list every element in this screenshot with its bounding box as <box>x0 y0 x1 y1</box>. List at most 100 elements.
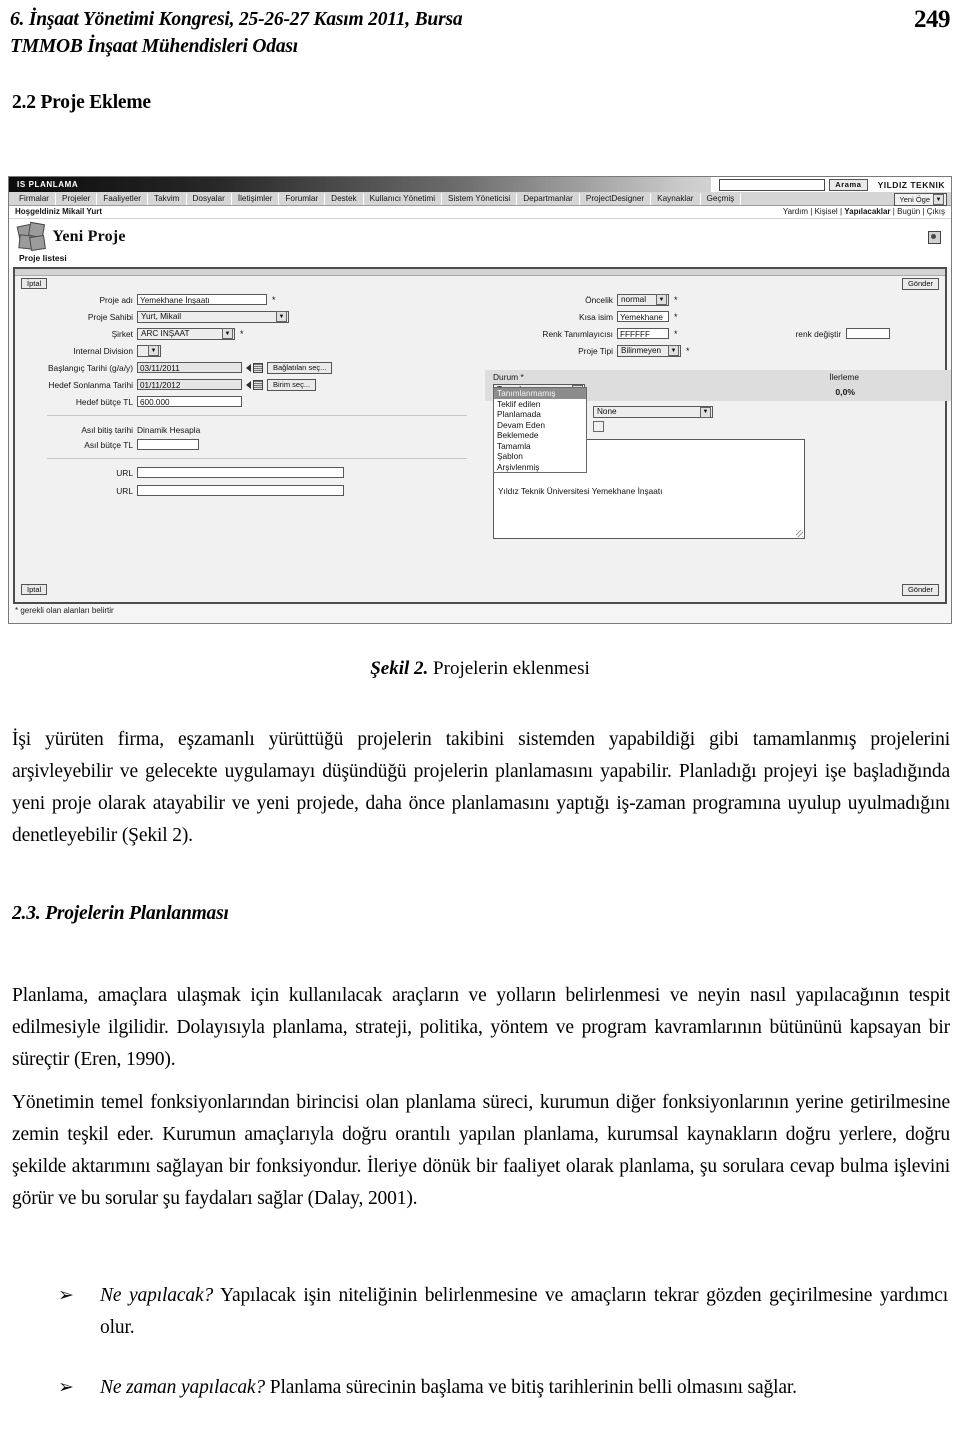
organization-name: YILDIZ TEKNIK <box>877 179 945 190</box>
link-bugun[interactable]: Bugün <box>897 207 920 216</box>
nav-item-faaliyetler[interactable]: Faaliyetler <box>97 192 149 205</box>
submit-button-top[interactable]: Gönder <box>901 278 939 290</box>
dropdown-option-tanimlanmamis[interactable]: Tanımlanmamış <box>494 388 586 399</box>
notes-value: Yıldız Teknik Üniversitesi Yemekhane İnş… <box>498 486 663 496</box>
nav-item-sistem-yoneticisi[interactable]: Sistem Yöneticisi <box>442 192 518 205</box>
dropdown-option-teklif-edilen[interactable]: Teklif edilen <box>494 399 586 410</box>
nav-item-departmanlar[interactable]: Departmanlar <box>517 192 580 205</box>
cancel-button-top[interactable]: İptal <box>21 278 48 289</box>
new-project-form: İptal Gönder Proje adı Yemekhane İnşaatı… <box>13 267 951 604</box>
prev-arrow-icon[interactable] <box>246 363 251 372</box>
select-proje-tipi[interactable]: Bilinmeyen ▼ <box>617 344 681 357</box>
nav-item-kullanici-yonetimi[interactable]: Kullanıcı Yönetimi <box>364 192 443 205</box>
select-sirket[interactable]: ARC INŞAAT ▼ <box>137 327 235 340</box>
value-dinamik-hesapla: Dinamik Hesapla <box>137 424 201 435</box>
dropdown-option-tamamla[interactable]: Tamamla <box>494 441 586 452</box>
prev-arrow-icon[interactable] <box>246 380 251 389</box>
link-cikis[interactable]: Çıkış <box>927 207 945 216</box>
widget-icon[interactable] <box>928 231 941 244</box>
nav-item-destek[interactable]: Destek <box>325 192 364 205</box>
dropdown-option-sablon[interactable]: Şablon <box>494 451 586 462</box>
input-hedef-sonlanma-tarihi[interactable]: 01/11/2012 <box>137 379 242 390</box>
cancel-button-bottom[interactable]: İptal <box>21 584 48 595</box>
select-oncelik-value: normal <box>621 294 647 304</box>
nav-item-firmalar[interactable]: Firmalar <box>13 192 57 205</box>
nav-item-projectdesigner[interactable]: ProjectDesigner <box>580 192 652 205</box>
field-row-internal-division: Internal Division ▼ <box>15 343 485 358</box>
nav-item-dosyalar[interactable]: Dosyalar <box>187 192 232 205</box>
select-proje-sahibi-value: Yurt, Mikail <box>141 311 182 321</box>
dropdown-option-arsivlenmis[interactable]: Arşivlenmiş <box>494 462 586 473</box>
dropdown-option-beklemede[interactable]: Beklemede <box>494 430 586 441</box>
main-navigation: Firmalar Projeler Faaliyetler Takvim Dos… <box>9 192 951 206</box>
color-swatch-input[interactable] <box>846 328 891 339</box>
label-sirket: Şirket <box>111 328 133 339</box>
link-yardim[interactable]: Yardım <box>783 207 808 216</box>
paragraph-3: Yönetimin temel fonksiyonlarından birinc… <box>12 1092 950 1209</box>
new-item-select-label: Yeni Öge <box>899 194 930 204</box>
option-checkbox[interactable] <box>593 420 604 432</box>
label-renk-degistir: renk değiştir <box>795 328 842 339</box>
label-hedef-sonlanma-tarihi: Hedef Sonlanma Tarihi <box>48 379 133 390</box>
calendar-icon[interactable] <box>253 362 263 373</box>
label-baslangic-tarihi: Başlangıç Tarihi (g/a/y) <box>47 362 133 373</box>
link-select-button[interactable]: Bağlatılan seç... <box>267 361 333 374</box>
field-row-url-1: URL <box>15 465 485 480</box>
form-column-right: Öncelik normal ▼ * Kısa isim Yemekhane *… <box>485 292 951 539</box>
nav-item-gecmis[interactable]: Geçmiş <box>701 192 742 205</box>
nav-item-forumlar[interactable]: Forumlar <box>279 192 326 205</box>
page-title: Yeni Proje <box>52 228 126 245</box>
submit-button-bottom[interactable]: Gönder <box>901 584 939 596</box>
input-kisa-isim[interactable]: Yemekhane <box>617 311 669 322</box>
select-none[interactable]: None ▼ <box>593 406 713 418</box>
unit-select-button[interactable]: Birim seç... <box>267 378 317 391</box>
input-renk-tanimlayicisi[interactable]: FFFFFF <box>617 328 669 339</box>
select-proje-sahibi[interactable]: Yurt, Mikail ▼ <box>137 310 289 323</box>
date-picker-icons[interactable] <box>242 362 267 373</box>
link-kisisel[interactable]: Kişisel <box>815 207 838 216</box>
figure-caption: Şekil 2. Projelerin eklenmesi <box>0 658 960 680</box>
field-row-proje-tipi: Proje Tipi Bilinmeyen ▼ * <box>485 343 951 358</box>
input-url-1[interactable] <box>137 467 344 478</box>
input-asil-butce[interactable] <box>137 439 199 450</box>
app-title: IS PLANLAMA <box>17 180 79 189</box>
label-asil-butce: Asıl bütçe TL <box>84 439 133 450</box>
link-yapilacaklar[interactable]: Yapılacaklar <box>844 207 890 216</box>
input-baslangic-tarihi[interactable]: 03/11/2011 <box>137 362 242 373</box>
label-proje-adi: Proje adı <box>99 294 133 305</box>
figure-caption-label: Şekil 2. <box>370 658 429 679</box>
select-proje-tipi-value: Bilinmeyen <box>621 345 662 355</box>
calendar-icon[interactable] <box>253 379 263 390</box>
chevron-down-icon: ▼ <box>276 311 287 322</box>
separator: | <box>810 207 813 216</box>
label-kisa-isim: Kısa isim <box>579 311 613 322</box>
input-hedef-butce[interactable]: 600.000 <box>137 396 242 407</box>
divider <box>47 415 467 416</box>
search-input[interactable] <box>719 178 826 191</box>
new-item-select[interactable]: Yeni Öge ▼ <box>894 193 947 206</box>
nav-item-iletisimler[interactable]: İletişimler <box>232 192 280 205</box>
field-row-sirket: Şirket ARC INŞAAT ▼ * <box>15 326 485 341</box>
paragraph-2: Planlama, amaçlara ulaşmak için kullanıl… <box>12 985 950 1070</box>
nav-item-takvim[interactable]: Takvim <box>148 192 187 205</box>
input-url-2[interactable] <box>137 485 344 496</box>
chevron-down-icon: ▼ <box>222 328 233 339</box>
date-picker-icons[interactable] <box>242 379 267 390</box>
resize-grip-icon[interactable] <box>796 530 803 537</box>
select-oncelik[interactable]: normal ▼ <box>617 293 669 306</box>
select-internal-division[interactable]: ▼ <box>137 344 161 357</box>
field-row-hedef-sonlanma-tarihi: Hedef Sonlanma Tarihi 01/11/2012 Birim s… <box>15 377 485 392</box>
nav-item-projeler[interactable]: Projeler <box>56 192 98 205</box>
list-item: ➢ Ne yapılacak? Yapılacak işin niteliğin… <box>58 1280 948 1344</box>
input-proje-adi[interactable]: Yemekhane İnşaatı <box>137 294 267 305</box>
status-dropdown-list[interactable]: Tanımlanmamış Teklif edilen Planlamada D… <box>493 387 587 473</box>
nav-item-kaynaklar[interactable]: Kaynaklar <box>651 192 701 205</box>
running-head-line-2: TMMOB İnşaat Mühendisleri Odası <box>10 36 298 57</box>
dropdown-option-planlamada[interactable]: Planlamada <box>494 409 586 420</box>
field-row-kisa-isim: Kısa isim Yemekhane * <box>485 309 951 324</box>
dropdown-option-devam-eden[interactable]: Devam Eden <box>494 420 586 431</box>
search-button[interactable]: Arama <box>829 178 868 191</box>
field-row-asil-butce: Asıl bütçe TL <box>15 437 485 452</box>
progress-value: 0,0% <box>835 387 855 397</box>
paragraph-1: İşi yürüten firma, eşzamanlı yürüttüğü p… <box>12 729 950 846</box>
